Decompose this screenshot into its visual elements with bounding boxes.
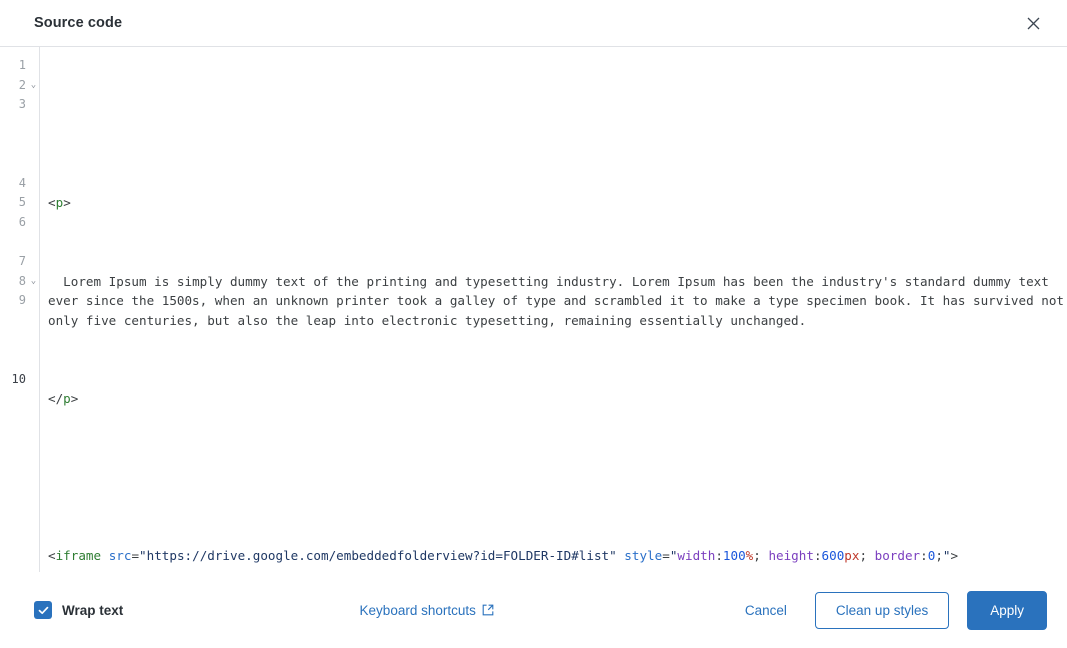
fold-toggle-icon[interactable]: ⌄	[28, 272, 39, 292]
code-fold-gutter: ⌄ ⌄	[28, 47, 39, 572]
token-quote: "	[942, 547, 951, 563]
token-colon: :	[920, 547, 928, 563]
token-punct: <	[48, 195, 56, 211]
dialog-footer: Wrap text Keyboard shortcuts Cancel Clea…	[0, 572, 1067, 648]
token-equals: =	[131, 547, 140, 563]
cancel-button[interactable]: Cancel	[735, 595, 797, 626]
clean-up-styles-button[interactable]: Clean up styles	[814, 591, 950, 629]
token-colon: :	[715, 547, 723, 563]
token-css-property-border: border	[874, 547, 921, 563]
token-equals: =	[662, 547, 670, 563]
token-attribute-src: src	[108, 547, 132, 563]
token-punct: >	[70, 391, 79, 407]
code-line-6: <iframe src="https://drive.google.com/em…	[48, 546, 1067, 566]
code-editor[interactable]: 1 2 3 4 5 6 7 8 9 10 ⌄ ⌄ <p> Lorem Ipsum…	[0, 47, 1067, 572]
token-text: Lorem Ipsum is simply dummy text of the …	[48, 273, 1064, 328]
token-punct: </	[48, 391, 64, 407]
keyboard-shortcuts-label: Keyboard shortcuts	[359, 602, 476, 618]
token-colon: :	[813, 547, 822, 563]
footer-button-row: Cancel Clean up styles Apply	[735, 590, 1047, 630]
token-tag: iframe	[55, 547, 102, 563]
line-number: 5	[18, 195, 26, 210]
checkmark-icon	[38, 606, 48, 614]
code-line-3: Lorem Ipsum is simply dummy text of the …	[48, 272, 1067, 331]
line-number: 2	[18, 77, 26, 92]
keyboard-shortcuts-link[interactable]: Keyboard shortcuts	[360, 603, 494, 618]
token-attribute-style: style	[624, 547, 663, 563]
line-number: 9	[18, 293, 26, 308]
line-number: 3	[18, 97, 26, 112]
token-semicolon: ;	[753, 547, 769, 563]
token-punct: <	[48, 547, 56, 563]
token-semicolon: ;	[859, 547, 875, 563]
external-link-icon	[482, 604, 494, 616]
line-number: 8	[18, 273, 26, 288]
token-number-100: 100	[722, 547, 746, 563]
token-unit-px: px	[844, 547, 860, 563]
line-number: 7	[18, 253, 26, 268]
code-line-4: </p>	[48, 389, 1067, 409]
fold-toggle-icon[interactable]: ⌄	[28, 76, 39, 96]
code-line-2: <p>	[48, 193, 1067, 213]
code-content[interactable]: <p> Lorem Ipsum is simply dummy text of …	[40, 47, 1067, 572]
line-number: 4	[18, 175, 26, 190]
token-string-url: "https://drive.google.com/embeddedfolder…	[139, 547, 617, 563]
token-css-property-width: width	[677, 547, 716, 563]
token-number-600: 600	[821, 547, 845, 563]
token-css-property-height: height	[768, 547, 814, 563]
token-semicolon: ;	[935, 547, 943, 563]
source-code-dialog: Source code 1 2 3 4 5 6 7 8 9 10 ⌄ ⌄ <p>…	[0, 0, 1067, 648]
dialog-header: Source code	[0, 0, 1067, 47]
line-number: 1	[18, 58, 26, 72]
line-number: 6	[18, 214, 26, 229]
wrap-text-toggle[interactable]: Wrap text	[34, 601, 123, 619]
token-tag: p	[63, 391, 71, 407]
close-icon-glyph	[1027, 17, 1039, 29]
close-icon[interactable]	[1019, 9, 1047, 37]
line-number-active: 10	[11, 371, 26, 386]
wrap-text-checkbox[interactable]	[34, 601, 52, 619]
token-gt: >	[950, 547, 959, 563]
wrap-text-label: Wrap text	[62, 602, 124, 618]
apply-button[interactable]: Apply	[967, 590, 1047, 630]
line-number-gutter: 1 2 3 4 5 6 7 8 9 10	[0, 47, 28, 572]
dialog-title: Source code	[34, 15, 123, 31]
token-punct: >	[63, 195, 71, 211]
